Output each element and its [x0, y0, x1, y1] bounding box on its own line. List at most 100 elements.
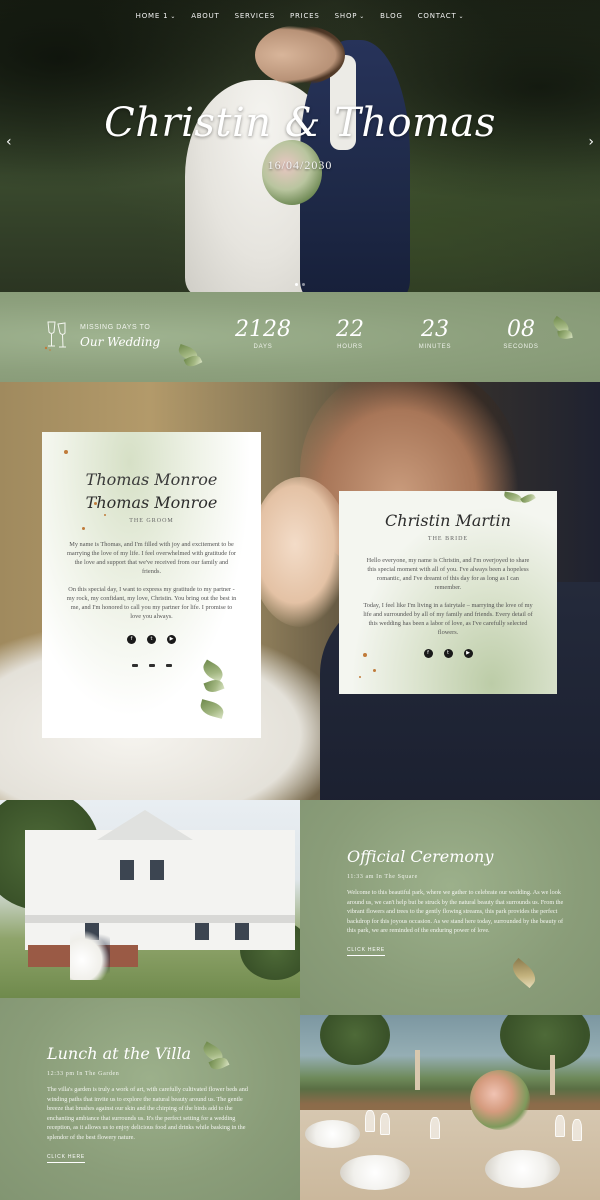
table-tree [500, 1015, 590, 1070]
paint-splash [94, 502, 97, 505]
table-flowers [470, 1070, 530, 1130]
bride-name: Christin Martin [385, 511, 511, 530]
groom-name: Thomas Monroe [85, 493, 218, 512]
nav-shop[interactable]: SHOP ⌄ [335, 12, 365, 20]
groom-vow-text: On this special day, I want to express m… [66, 585, 237, 620]
table-glass [380, 1113, 390, 1135]
hero-couple-kiss [255, 25, 345, 85]
paint-splash [104, 514, 106, 516]
lunch-meta: 12:33 pm In The Garden [47, 1071, 120, 1077]
countdown-label: MISSING DAYS TO [80, 324, 151, 331]
leaf-decoration-icon [203, 677, 225, 695]
champagne-glasses-icon [44, 321, 66, 351]
table-glass [365, 1110, 375, 1132]
leaf-decoration-icon [520, 491, 536, 506]
villa-window [235, 920, 249, 940]
countdown-hours-caption: HOURS [337, 344, 363, 350]
table-setting-photo [300, 1015, 600, 1200]
leaf-decoration-icon [508, 957, 540, 989]
groom-social-links-echo [42, 664, 261, 667]
facebook-icon[interactable] [131, 664, 138, 667]
youtube-icon[interactable]: ▶ [463, 649, 473, 658]
ceremony-click-here-link[interactable]: CLICK HERE [347, 947, 386, 957]
paint-splash [359, 676, 361, 678]
villa-window [150, 860, 164, 880]
villa-window [195, 920, 209, 940]
table-glass [572, 1119, 582, 1141]
nav-blog[interactable]: BLOG [380, 12, 403, 20]
leaf-decoration-icon [198, 699, 226, 719]
table-candle [415, 1050, 420, 1090]
countdown-seconds-value: 08 [507, 317, 535, 342]
hero-title: Christin & Thomas [104, 100, 496, 146]
villa-roof [97, 810, 193, 840]
twitter-icon[interactable]: t [147, 635, 156, 644]
chevron-down-icon: ⌄ [170, 13, 177, 20]
ceremony-body: Welcome to this beautiful park, where we… [347, 889, 564, 935]
ceremony-meta: 11:33 am In The Square [347, 874, 418, 880]
hero-date: 16/04/2030 [267, 158, 333, 172]
twitter-icon[interactable] [148, 664, 155, 667]
countdown-hours-value: 22 [336, 317, 364, 342]
bride-intro-text: Hello everyone, my name is Christin, and… [366, 557, 530, 592]
groom-intro-text: My name is Thomas, and I'm filled with j… [67, 541, 236, 576]
lunch-panel: Lunch at the Villa 12:33 pm In The Garde… [0, 998, 300, 1200]
chevron-down-icon: ⌄ [359, 13, 366, 20]
slider-dot-1[interactable] [295, 283, 298, 286]
villa-house [25, 810, 295, 950]
table-candle [550, 1055, 555, 1095]
ceremony-panel: Official Ceremony 11:33 am In The Square… [300, 800, 600, 1015]
villa-porch [25, 915, 295, 923]
countdown-days-value: 2128 [235, 317, 291, 342]
table-plate [485, 1150, 560, 1188]
slider-prev-arrow-icon[interactable]: ‹ [6, 134, 12, 150]
countdown-minutes-value: 23 [421, 317, 449, 342]
groom-role: THE GROOM [129, 518, 174, 524]
bride-card: Christin Martin THE BRIDE Hello everyone… [339, 491, 557, 694]
villa-couple [70, 930, 110, 980]
nav-about[interactable]: ABOUT [191, 12, 219, 20]
lunch-click-here-link[interactable]: CLICK HERE [47, 1154, 86, 1163]
groom-name-echo: Thomas Monroe [85, 470, 218, 489]
nav-home[interactable]: HOME 1 ⌄ [136, 12, 177, 20]
facebook-icon[interactable]: f [423, 649, 433, 658]
twitter-icon[interactable]: t [443, 649, 453, 658]
table-glass [430, 1117, 440, 1139]
table-plate [340, 1155, 410, 1190]
bride-role: THE BRIDE [427, 536, 469, 542]
paint-splash [82, 527, 85, 530]
countdown-days-caption: DAYS [253, 344, 273, 350]
groom-social-links: f t ▶ [42, 635, 261, 644]
villa-window [120, 860, 134, 880]
ceremony-title: Official Ceremony [347, 847, 494, 866]
chevron-down-icon: ⌄ [458, 13, 465, 20]
leaf-decoration-icon [503, 491, 523, 503]
slider-next-arrow-icon[interactable]: › [588, 134, 594, 150]
bride-story-text: Today, I feel like I'm living in a fairy… [363, 601, 533, 636]
villa-photo [0, 800, 300, 998]
nav-services[interactable]: SERVICES [235, 12, 275, 20]
groom-card: Thomas Monroe Thomas Monroe THE GROOM My… [42, 432, 261, 738]
table-plate [305, 1120, 360, 1148]
leaf-decoration-icon [557, 328, 573, 341]
slider-dot-2[interactable] [302, 283, 305, 286]
countdown-seconds: 08 SECONDS [486, 317, 556, 350]
slider-pagination [0, 283, 600, 286]
paint-splash [363, 653, 367, 657]
paint-splash [64, 450, 68, 454]
couple-photo-bride [250, 477, 350, 627]
wedding-countdown: MISSING DAYS TO Our Wedding 2128 DAYS 22… [0, 292, 600, 382]
paint-splash [373, 669, 376, 672]
countdown-hours: 22 HOURS [315, 317, 385, 350]
facebook-icon[interactable]: f [127, 635, 136, 644]
nav-contact[interactable]: CONTACT ⌄ [418, 12, 465, 20]
couple-section: Thomas Monroe Thomas Monroe THE GROOM My… [0, 382, 600, 800]
youtube-icon[interactable]: ▶ [167, 635, 176, 644]
nav-prices[interactable]: PRICES [290, 12, 320, 20]
countdown-minutes: 23 MINUTES [400, 317, 470, 350]
hero-slider: HOME 1 ⌄ ABOUT SERVICES PRICES SHOP ⌄ BLOG… [0, 0, 600, 292]
bride-social-links: f t ▶ [339, 649, 557, 658]
countdown-minutes-caption: MINUTES [418, 344, 452, 350]
table-glass [555, 1115, 565, 1137]
youtube-icon[interactable] [165, 664, 172, 667]
